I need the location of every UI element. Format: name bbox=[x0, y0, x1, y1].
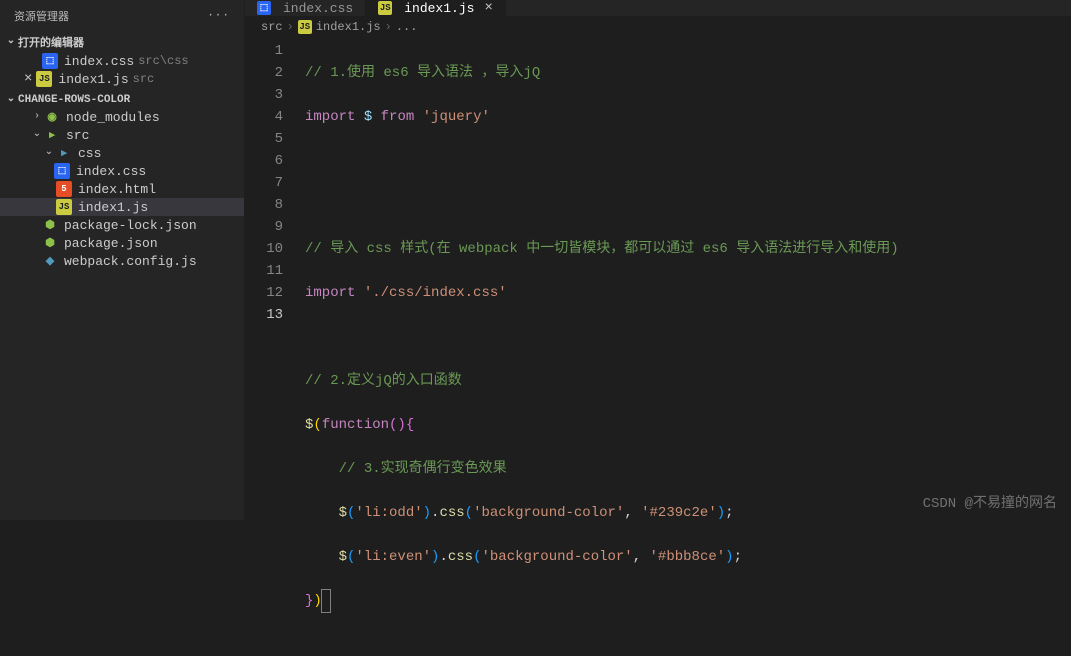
open-editor-item-active[interactable]: × JS index1.js src bbox=[0, 70, 244, 88]
file-label: index.css bbox=[76, 164, 146, 179]
file-path: src\css bbox=[138, 54, 188, 68]
tree-folder-src[interactable]: ⌄ ▸ src bbox=[0, 126, 244, 144]
line-number: 11 bbox=[245, 260, 283, 282]
open-editors-label: 打开的编辑器 bbox=[18, 34, 84, 50]
breadcrumb-item[interactable]: index1.js bbox=[316, 20, 381, 34]
tab-bar: ⬚ index.css JS index1.js × bbox=[245, 0, 1071, 16]
tree-folder-css[interactable]: ⌄ ▸ css bbox=[0, 144, 244, 162]
nodejs-icon: ⬢ bbox=[42, 217, 58, 233]
folder-label: node_modules bbox=[66, 110, 160, 125]
nodejs-folder-icon: ◉ bbox=[44, 109, 60, 125]
file-name: index1.js bbox=[58, 72, 128, 87]
project-name: CHANGE-ROWS-COLOR bbox=[18, 94, 130, 106]
chevron-down-icon: ⌄ bbox=[4, 93, 18, 105]
tree-file-index1-js[interactable]: JS index1.js bbox=[0, 198, 244, 216]
explorer-header: 资源管理器 ··· bbox=[0, 0, 244, 30]
file-label: index.html bbox=[78, 182, 156, 197]
open-editor-item[interactable]: ⬚ index.css src\css bbox=[0, 52, 244, 70]
line-number: 6 bbox=[245, 150, 283, 172]
tab-index1-js[interactable]: JS index1.js × bbox=[366, 0, 506, 16]
chevron-down-icon: ⌄ bbox=[30, 128, 44, 140]
folder-open-icon: ▸ bbox=[56, 145, 72, 161]
js-file-icon: JS bbox=[36, 71, 52, 87]
tree-file-webpack[interactable]: ◆ webpack.config.js bbox=[0, 252, 244, 270]
chevron-right-icon: › bbox=[30, 111, 44, 122]
line-number: 5 bbox=[245, 128, 283, 150]
code-editor[interactable]: 1 2 3 4 5 6 7 8 9 10 11 12 13 // 1.使用 es… bbox=[245, 40, 1071, 656]
webpack-icon: ◆ bbox=[42, 253, 58, 269]
open-editors-header[interactable]: ⌄ 打开的编辑器 bbox=[0, 32, 244, 52]
code-content[interactable]: // 1.使用 es6 导入语法 ，导入jQ import $ from 'jq… bbox=[305, 40, 1071, 656]
project-header[interactable]: ⌄ CHANGE-ROWS-COLOR bbox=[0, 92, 244, 108]
tree-folder-node-modules[interactable]: › ◉ node_modules bbox=[0, 108, 244, 126]
breadcrumb[interactable]: src › JS index1.js › ... bbox=[245, 16, 1071, 40]
line-number: 10 bbox=[245, 238, 283, 260]
folder-open-icon: ▸ bbox=[44, 127, 60, 143]
breadcrumb-more[interactable]: ... bbox=[396, 20, 418, 34]
file-path: src bbox=[133, 72, 155, 86]
chevron-right-icon: › bbox=[385, 20, 392, 34]
file-label: package-lock.json bbox=[64, 218, 197, 233]
close-icon[interactable]: × bbox=[24, 71, 32, 87]
nodejs-icon: ⬢ bbox=[42, 235, 58, 251]
file-label: webpack.config.js bbox=[64, 254, 197, 269]
project-section: ⌄ CHANGE-ROWS-COLOR › ◉ node_modules ⌄ ▸… bbox=[0, 90, 244, 272]
line-number: 3 bbox=[245, 84, 283, 106]
line-number: 7 bbox=[245, 172, 283, 194]
js-file-icon: JS bbox=[56, 199, 72, 215]
tab-label: index1.js bbox=[404, 1, 474, 16]
folder-label: src bbox=[66, 128, 89, 143]
cursor bbox=[322, 590, 330, 612]
open-editors-section: ⌄ 打开的编辑器 ⬚ index.css src\css × JS index1… bbox=[0, 30, 244, 90]
tree-file-index-html[interactable]: 5 index.html bbox=[0, 180, 244, 198]
explorer-sidebar: 资源管理器 ··· ⌄ 打开的编辑器 ⬚ index.css src\css ×… bbox=[0, 0, 245, 520]
file-label: package.json bbox=[64, 236, 158, 251]
tree-file-index-css[interactable]: ⬚ index.css bbox=[0, 162, 244, 180]
tab-index-css[interactable]: ⬚ index.css bbox=[245, 0, 366, 16]
line-number: 2 bbox=[245, 62, 283, 84]
css-file-icon: ⬚ bbox=[257, 1, 271, 15]
line-gutter: 1 2 3 4 5 6 7 8 9 10 11 12 13 bbox=[245, 40, 305, 656]
line-number: 13 bbox=[245, 304, 283, 326]
css-file-icon: ⬚ bbox=[54, 163, 70, 179]
js-file-icon: JS bbox=[298, 20, 312, 34]
html-file-icon: 5 bbox=[56, 181, 72, 197]
tree-file-pkg[interactable]: ⬢ package.json bbox=[0, 234, 244, 252]
line-number: 9 bbox=[245, 216, 283, 238]
folder-label: css bbox=[78, 146, 101, 161]
file-name: index.css bbox=[64, 54, 134, 69]
explorer-title: 资源管理器 bbox=[14, 8, 69, 24]
file-label: index1.js bbox=[78, 200, 148, 215]
line-number: 1 bbox=[245, 40, 283, 62]
chevron-down-icon: ⌄ bbox=[42, 146, 56, 158]
chevron-down-icon: ⌄ bbox=[4, 35, 18, 47]
tab-label: index.css bbox=[283, 1, 353, 16]
tree-file-pkg-lock[interactable]: ⬢ package-lock.json bbox=[0, 216, 244, 234]
more-icon[interactable]: ··· bbox=[207, 10, 230, 22]
close-icon[interactable]: × bbox=[480, 0, 492, 16]
chevron-right-icon: › bbox=[287, 20, 294, 34]
line-number: 4 bbox=[245, 106, 283, 128]
line-number: 8 bbox=[245, 194, 283, 216]
editor-area: ⬚ index.css JS index1.js × src › JS inde… bbox=[245, 0, 1071, 520]
breadcrumb-item[interactable]: src bbox=[261, 20, 283, 34]
js-file-icon: JS bbox=[378, 1, 392, 15]
line-number: 12 bbox=[245, 282, 283, 304]
css-file-icon: ⬚ bbox=[42, 53, 58, 69]
